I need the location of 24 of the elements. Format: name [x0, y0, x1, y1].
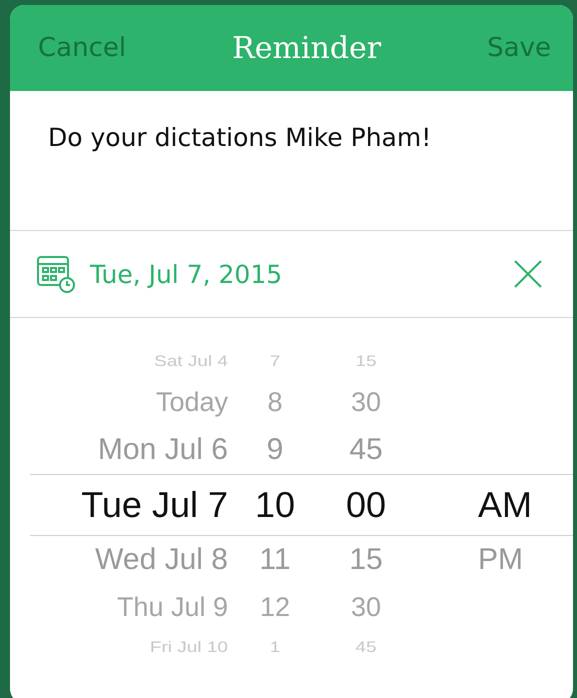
reminder-message: Do your dictations Mike Pham! — [10, 91, 573, 231]
hour-option[interactable]: 11 — [259, 543, 291, 577]
reminder-date[interactable]: Tue, Jul 7, 2015 — [90, 260, 513, 288]
date-option[interactable]: Mon Jul 6 — [98, 433, 228, 467]
minute-option[interactable]: 30 — [350, 592, 382, 623]
meridiem-option[interactable]: PM — [428, 543, 573, 577]
date-option[interactable]: Wed Jul 8 — [95, 543, 228, 577]
hour-option[interactable]: 8 — [267, 387, 283, 418]
minute-option[interactable]: 00 — [346, 484, 386, 526]
minute-option[interactable]: 15 — [349, 543, 383, 577]
close-icon[interactable] — [513, 259, 543, 289]
cancel-button[interactable]: Cancel — [38, 33, 126, 63]
date-option[interactable]: Tue Jul 7 — [81, 484, 228, 526]
minute-option[interactable]: 45 — [349, 433, 383, 467]
hour-option[interactable]: 9 — [266, 433, 284, 467]
calendar-clock-icon — [36, 254, 76, 294]
minute-option[interactable]: 30 — [350, 387, 382, 418]
meridiem-option[interactable]: AM — [428, 484, 573, 526]
date-option[interactable]: Today — [156, 387, 228, 418]
hour-option[interactable]: 12 — [260, 592, 290, 623]
date-option[interactable]: Thu Jul 9 — [116, 592, 228, 623]
hour-option[interactable]: 10 — [254, 484, 296, 526]
save-button[interactable]: Save — [487, 33, 551, 63]
window-title: Reminder — [232, 30, 382, 66]
